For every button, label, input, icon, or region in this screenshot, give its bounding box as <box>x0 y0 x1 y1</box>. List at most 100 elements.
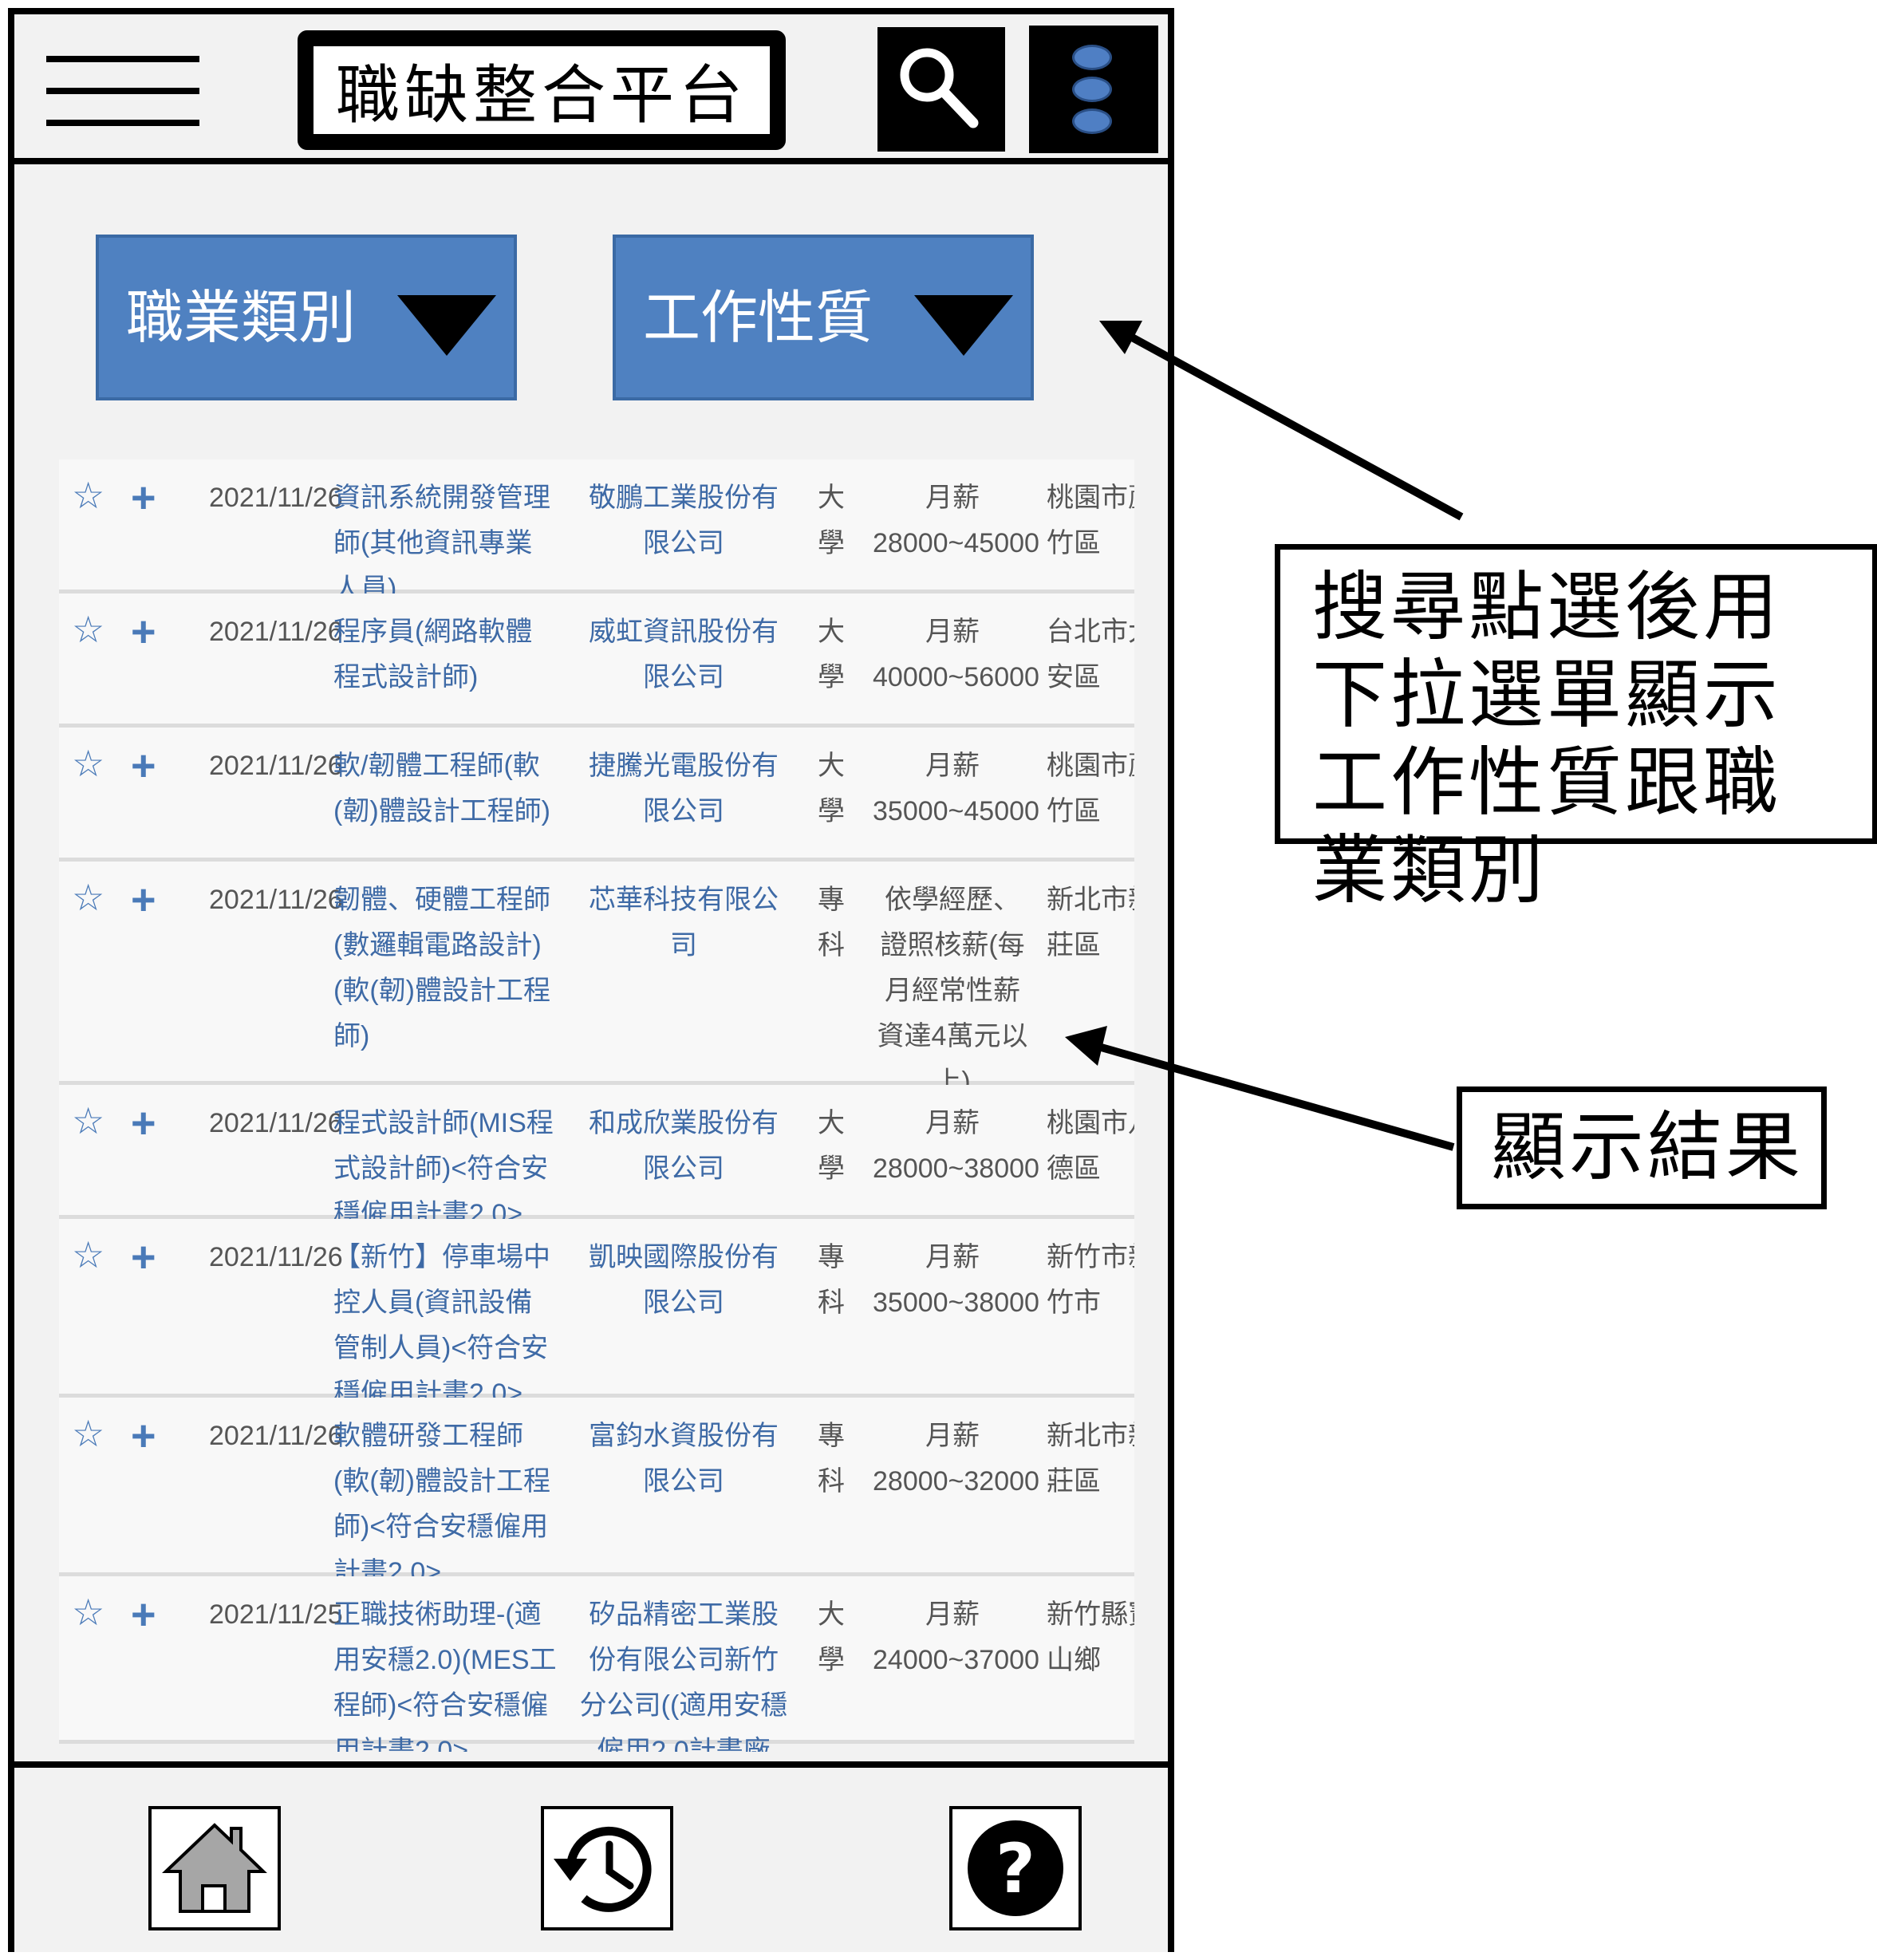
job-date: 2021/11/26 <box>209 1108 343 1138</box>
education: 大學 <box>818 751 845 826</box>
star-icon[interactable]: ☆ <box>72 609 107 649</box>
svg-text:?: ? <box>996 1829 1035 1909</box>
location: 桃園市八德區 <box>1047 1108 1134 1184</box>
job-title[interactable]: 【新竹】停車場中控人員(資訊設備管制人員)<符合安穩僱用計畫2.0> <box>333 1235 557 1417</box>
job-date: 2021/11/26 <box>209 617 343 647</box>
job-title[interactable]: 韌體、硬體工程師(數邏輯電路設計)(軟(韌)體設計工程師) <box>333 877 557 1059</box>
more-vertical-icon <box>1072 45 1112 70</box>
search-icon <box>900 48 979 128</box>
occupation-category-dropdown[interactable]: 職業類別 <box>96 235 517 400</box>
more-options-button[interactable] <box>1029 26 1158 153</box>
location: 新竹縣寶山鄉 <box>1047 1599 1134 1675</box>
education: 大學 <box>818 483 845 558</box>
job-row[interactable]: ☆ + 2021/11/26 韌體、硬體工程師(數邏輯電路設計)(軟(韌)體設計… <box>59 862 1134 1097</box>
filter-annotation-box: 搜尋點選後用下拉選單顯示工作性質跟職業類別 <box>1275 544 1877 914</box>
search-button[interactable] <box>877 27 1005 152</box>
salary: 月薪 28000~45000 <box>873 483 1039 558</box>
job-results-list[interactable]: ☆ + 2021/11/26 資訊系統開發管理師(其他資訊專業人員) 敬鵬工業股… <box>59 459 1134 1752</box>
top-app-bar: 職缺整合平台 <box>14 14 1168 164</box>
occupation-category-label: 職業類別 <box>126 284 357 351</box>
job-row[interactable]: ☆ + 2021/11/26 軟/韌體工程師(軟(韌)體設計工程師) 捷騰光電股… <box>59 728 1134 862</box>
job-title[interactable]: 程式設計師(MIS程式設計師)<符合安穩僱用計畫2.0> <box>333 1101 557 1237</box>
education: 專科 <box>818 1421 845 1497</box>
home-icon <box>161 1823 267 1913</box>
education: 大學 <box>818 1108 845 1184</box>
job-row[interactable]: ☆ + 2021/11/26 資訊系統開發管理師(其他資訊專業人員) 敬鵬工業股… <box>59 459 1134 604</box>
job-title[interactable]: 正職技術助理-(適用安穩2.0)(MES工程師)<符合安穩僱用計畫2.0> <box>333 1592 557 1752</box>
filter-annotation-text: 搜尋點選後用下拉選單顯示工作性質跟職業類別 <box>1312 564 1782 914</box>
job-date: 2021/11/26 <box>209 1421 343 1451</box>
company-name[interactable]: 矽品精密工業股份有限公司新竹分公司((適用安穩僱用2.0計畫廠商)) <box>579 1592 788 1752</box>
star-icon[interactable]: ☆ <box>72 475 107 515</box>
job-nature-label: 工作性質 <box>643 284 873 351</box>
dropdown-arrow-icon <box>914 295 1013 356</box>
salary: 月薪 35000~38000 <box>873 1242 1039 1318</box>
salary: 月薪 28000~38000 <box>873 1108 1039 1184</box>
salary: 月薪 35000~45000 <box>873 751 1039 826</box>
job-row[interactable]: ☆ + 2021/11/26 軟體研發工程師(軟(韌)體設計工程師)<符合安穩僱… <box>59 1398 1134 1587</box>
job-date: 2021/11/26 <box>209 1242 343 1272</box>
company-name[interactable]: 威虹資訊股份有限公司 <box>579 609 788 700</box>
star-icon[interactable]: ☆ <box>72 743 107 783</box>
job-title[interactable]: 軟/韌體工程師(軟(韌)體設計工程師) <box>333 743 557 834</box>
company-name[interactable]: 和成欣業股份有限公司 <box>579 1101 788 1192</box>
plus-icon[interactable]: + <box>131 1414 166 1458</box>
hamburger-menu-icon[interactable] <box>46 56 199 129</box>
dropdown-arrow-icon <box>397 295 496 356</box>
plus-icon[interactable]: + <box>131 1592 166 1637</box>
location: 桃園市蘆竹區 <box>1047 483 1134 558</box>
app-title: 職缺整合平台 <box>313 46 770 134</box>
education: 專科 <box>818 1242 845 1318</box>
location: 新北市新莊區 <box>1047 885 1134 960</box>
job-title[interactable]: 程序員(網路軟體程式設計師) <box>333 609 557 700</box>
history-icon <box>554 1826 652 1912</box>
star-icon[interactable]: ☆ <box>72 877 107 917</box>
company-name[interactable]: 芯華科技有限公司 <box>579 877 788 968</box>
salary: 月薪 28000~32000 <box>873 1421 1039 1497</box>
star-icon[interactable]: ☆ <box>72 1235 107 1275</box>
plus-icon[interactable]: + <box>131 1101 166 1146</box>
result-annotation-box: 顯示結果 <box>1457 1086 1827 1209</box>
location: 桃園市蘆竹區 <box>1047 751 1134 826</box>
history-button[interactable] <box>541 1806 673 1930</box>
job-date: 2021/11/26 <box>209 885 343 915</box>
education: 專科 <box>818 885 845 960</box>
result-annotation-text: 顯示結果 <box>1491 1104 1804 1191</box>
salary: 月薪 24000~37000 <box>873 1599 1039 1675</box>
company-name[interactable]: 富鈞水資股份有限公司 <box>579 1414 788 1505</box>
company-name[interactable]: 捷騰光電股份有限公司 <box>579 743 788 834</box>
salary: 月薪 40000~56000 <box>873 617 1039 692</box>
job-title[interactable]: 資訊系統開發管理師(其他資訊專業人員) <box>333 475 557 612</box>
location: 新北市新莊區 <box>1047 1421 1134 1497</box>
home-button[interactable] <box>148 1806 281 1930</box>
location: 台北市大安區 <box>1047 617 1134 692</box>
job-date: 2021/11/25 <box>209 1599 343 1630</box>
job-row[interactable]: ☆ + 2021/11/25 正職技術助理-(適用安穩2.0)(MES工程師)<… <box>59 1576 1134 1752</box>
education: 大學 <box>818 1599 845 1675</box>
phone-frame: 職缺整合平台 職業類別 工作性質 ☆ + 2021/11/26 資訊系統開發管理… <box>8 8 1174 1952</box>
job-title[interactable]: 軟體研發工程師(軟(韌)體設計工程師)<符合安穩僱用計畫2.0> <box>333 1414 557 1595</box>
job-row[interactable]: ☆ + 2021/11/26 程序員(網路軟體程式設計師) 威虹資訊股份有限公司… <box>59 594 1134 728</box>
company-name[interactable]: 敬鵬工業股份有限公司 <box>579 475 788 566</box>
help-button[interactable]: ? <box>949 1806 1082 1930</box>
job-date: 2021/11/26 <box>209 483 343 513</box>
plus-icon[interactable]: + <box>131 475 166 520</box>
job-nature-dropdown[interactable]: 工作性質 <box>613 235 1034 400</box>
plus-icon[interactable]: + <box>131 743 166 788</box>
job-row[interactable]: ☆ + 2021/11/26 程式設計師(MIS程式設計師)<符合安穩僱用計畫2… <box>59 1085 1134 1229</box>
help-icon: ? <box>968 1820 1063 1916</box>
bottom-nav-bar: ? <box>14 1761 1168 1952</box>
plus-icon[interactable]: + <box>131 609 166 654</box>
star-icon[interactable]: ☆ <box>72 1414 107 1453</box>
education: 大學 <box>818 617 845 692</box>
app-title-box: 職缺整合平台 <box>298 30 786 150</box>
star-icon[interactable]: ☆ <box>72 1101 107 1141</box>
salary: 依學經歷、證照核薪(每月經常性薪資達4萬元以上) <box>877 885 1028 1097</box>
company-name[interactable]: 凱映國際股份有限公司 <box>579 1235 788 1326</box>
job-row[interactable]: ☆ + 2021/11/26 【新竹】停車場中控人員(資訊設備管制人員)<符合安… <box>59 1219 1134 1409</box>
job-date: 2021/11/26 <box>209 751 343 781</box>
star-icon[interactable]: ☆ <box>72 1592 107 1632</box>
plus-icon[interactable]: + <box>131 877 166 922</box>
plus-icon[interactable]: + <box>131 1235 166 1280</box>
location: 新竹市新竹市 <box>1047 1242 1134 1318</box>
